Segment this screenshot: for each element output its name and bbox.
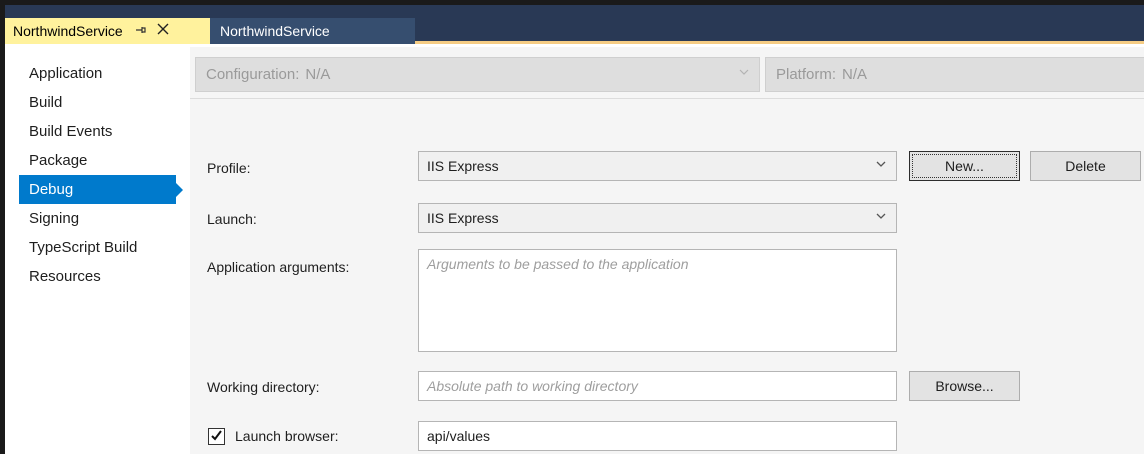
launch-browser-label: Launch browser: <box>235 428 339 444</box>
app-args-textarea[interactable]: Arguments to be passed to the applicatio… <box>418 249 897 352</box>
platform-value: N/A <box>842 66 868 83</box>
launch-browser-url-input[interactable]: api/values <box>418 421 897 451</box>
launch-value: IIS Express <box>427 210 499 226</box>
working-dir-input[interactable]: Absolute path to working directory <box>418 371 897 401</box>
platform-label: Platform: <box>776 66 837 83</box>
launch-browser-checkbox[interactable] <box>208 428 225 445</box>
nav-item-debug[interactable]: Debug <box>19 175 183 204</box>
tab-label: NorthwindService <box>13 23 123 39</box>
nav-item-label: Signing <box>29 210 80 227</box>
focus-rect <box>912 154 1017 178</box>
browse-button-label: Browse... <box>935 378 994 394</box>
new-profile-button[interactable]: New... <box>909 151 1020 181</box>
nav-item-label: Application <box>29 65 103 82</box>
close-icon[interactable] <box>157 22 169 40</box>
configuration-value: N/A <box>305 66 331 83</box>
nav-item-signing[interactable]: Signing <box>5 204 190 233</box>
platform-select: Platform: N/A <box>765 57 1144 92</box>
nav-item-label: Resources <box>29 268 101 285</box>
nav-item-build[interactable]: Build <box>5 88 190 117</box>
launch-browser-url: api/values <box>427 428 491 444</box>
nav-item-package[interactable]: Package <box>5 146 190 175</box>
nav-item-label: Package <box>29 152 88 169</box>
browse-button[interactable]: Browse... <box>909 371 1020 401</box>
debug-settings-panel: Configuration: N/A Platform: N/A Profile… <box>190 47 1144 454</box>
nav-item-resources[interactable]: Resources <box>5 262 190 291</box>
configuration-label: Configuration: <box>206 66 300 83</box>
properties-nav: Application Build Build Events Package D… <box>5 47 190 454</box>
profile-dropdown[interactable]: IIS Express <box>418 151 897 181</box>
app-args-label: Application arguments: <box>207 259 350 275</box>
nav-item-label: TypeScript Build <box>29 239 138 256</box>
chevron-down-icon <box>876 159 886 172</box>
nav-item-typescript-build[interactable]: TypeScript Build <box>5 233 190 262</box>
chevron-down-icon <box>739 66 749 80</box>
document-tab-strip: NorthwindService NorthwindService <box>5 5 1144 44</box>
tab-northwindservice[interactable]: NorthwindService <box>210 18 415 44</box>
profile-value: IIS Express <box>427 158 499 174</box>
nav-item-label: Build <box>29 94 63 111</box>
chevron-down-icon <box>876 211 886 224</box>
configuration-select: Configuration: N/A <box>195 57 760 92</box>
pin-icon[interactable] <box>135 24 147 39</box>
nav-item-label: Debug <box>29 181 74 198</box>
tab-northwindservice-active[interactable]: NorthwindService <box>5 18 210 44</box>
launch-dropdown[interactable]: IIS Express <box>418 203 897 233</box>
profile-label: Profile: <box>207 160 251 176</box>
app-args-placeholder: Arguments to be passed to the applicatio… <box>427 256 689 272</box>
working-dir-placeholder: Absolute path to working directory <box>427 378 638 394</box>
delete-button-label: Delete <box>1065 158 1106 174</box>
tab-label: NorthwindService <box>220 23 330 39</box>
configuration-bar: Configuration: N/A Platform: N/A <box>190 47 1144 99</box>
checkmark-icon <box>210 429 223 445</box>
working-dir-label: Working directory: <box>207 379 320 395</box>
nav-item-build-events[interactable]: Build Events <box>5 117 190 146</box>
project-properties-window: NorthwindService NorthwindService Applic… <box>5 5 1144 454</box>
nav-item-application[interactable]: Application <box>5 59 190 88</box>
window-frame: NorthwindService NorthwindService Applic… <box>0 0 1144 454</box>
nav-item-label: Build Events <box>29 123 113 140</box>
delete-profile-button[interactable]: Delete <box>1030 151 1141 181</box>
launch-label: Launch: <box>207 211 257 227</box>
